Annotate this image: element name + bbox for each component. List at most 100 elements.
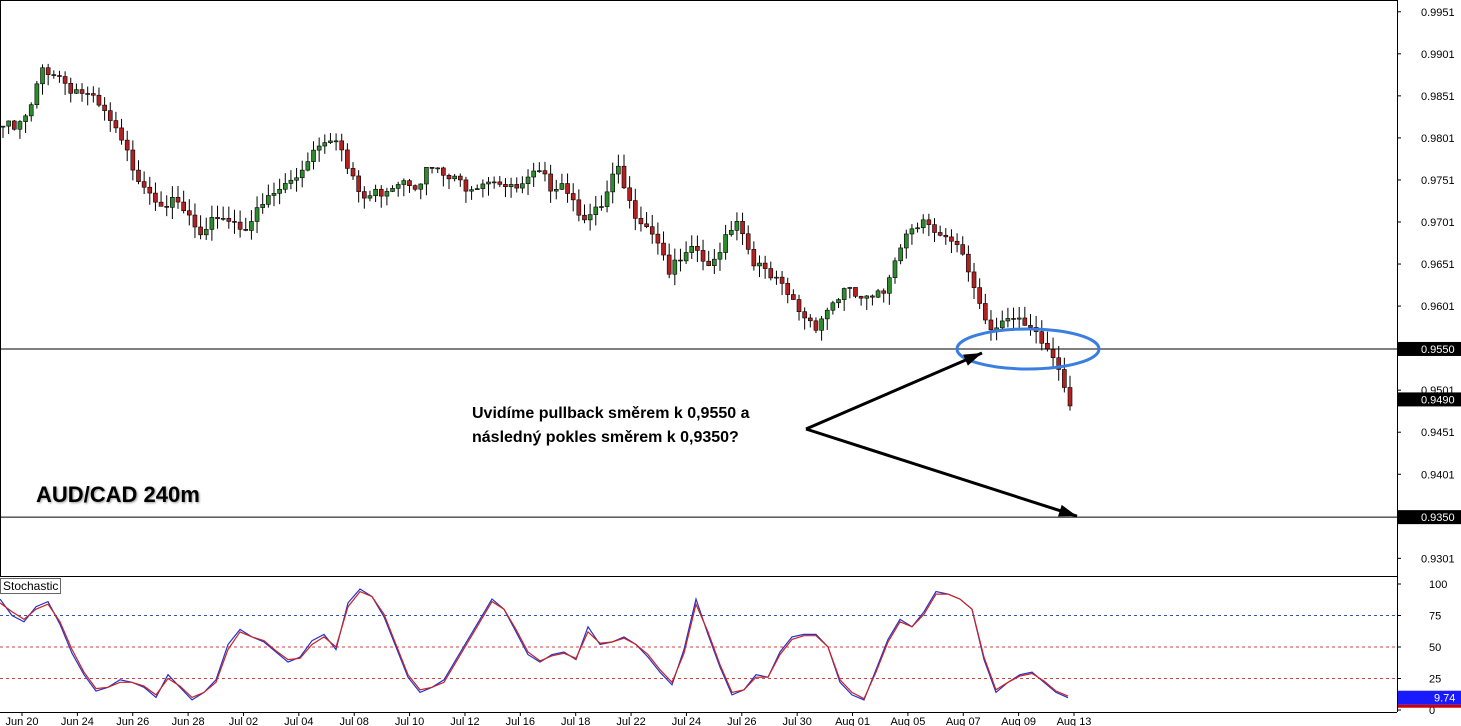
bearish-candle bbox=[1022, 317, 1028, 326]
bullish-candle bbox=[220, 218, 226, 220]
price-tick-label: 0.9301 bbox=[1421, 553, 1455, 565]
bearish-candle bbox=[802, 311, 807, 319]
bearish-candle bbox=[91, 93, 96, 96]
bullish-candle bbox=[401, 180, 407, 185]
bearish-candle bbox=[655, 233, 661, 244]
bearish-candle bbox=[870, 295, 875, 298]
bearish-candle bbox=[1039, 331, 1045, 344]
bullish-candle bbox=[599, 206, 604, 208]
bullish-candle bbox=[537, 170, 542, 172]
bullish-candle bbox=[305, 161, 311, 171]
bearish-candle bbox=[649, 226, 655, 235]
bearish-candle bbox=[926, 219, 932, 225]
date-tick-label: Jul 10 bbox=[395, 716, 424, 726]
bearish-candle bbox=[192, 214, 198, 228]
date-tick-label: Jul 24 bbox=[672, 716, 701, 726]
bearish-candle bbox=[503, 184, 508, 188]
bullish-candle bbox=[864, 295, 870, 299]
bullish-candle bbox=[841, 288, 847, 300]
bullish-candle bbox=[34, 83, 40, 106]
bullish-candle bbox=[474, 188, 480, 190]
bullish-candle bbox=[520, 183, 525, 189]
bullish-candle bbox=[316, 145, 322, 151]
date-tick-label: Jul 22 bbox=[616, 716, 645, 726]
price-tag-label: 0.9350 bbox=[1421, 512, 1455, 524]
bullish-candle bbox=[728, 230, 734, 235]
bearish-candle bbox=[632, 200, 638, 219]
bullish-candle bbox=[915, 227, 920, 230]
bearish-candle bbox=[378, 188, 384, 197]
bullish-candle bbox=[395, 184, 401, 189]
bearish-candle bbox=[1045, 342, 1050, 350]
bearish-candle bbox=[932, 224, 937, 233]
stochastic-panel: 10075502509.74 bbox=[0, 579, 1461, 717]
price-plot-frame bbox=[0, 0, 1398, 577]
bearish-candle bbox=[62, 76, 68, 84]
date-tick-label: Jul 08 bbox=[340, 716, 369, 726]
bullish-candle bbox=[28, 104, 34, 117]
bullish-candle bbox=[559, 183, 565, 190]
bearish-candle bbox=[187, 210, 192, 216]
bullish-candle bbox=[266, 195, 271, 205]
annotation-line-1: Uvidíme pullback směrem k 0,9550 a bbox=[472, 405, 750, 422]
bearish-candle bbox=[164, 205, 170, 208]
bullish-candle bbox=[875, 290, 881, 298]
bullish-candle bbox=[774, 276, 779, 279]
bearish-candle bbox=[136, 169, 141, 182]
price-tick-label: 0.9401 bbox=[1421, 469, 1455, 481]
bearish-candle bbox=[745, 233, 751, 250]
bullish-candle bbox=[0, 125, 6, 128]
bearish-candle bbox=[768, 268, 774, 279]
bearish-candle bbox=[1028, 325, 1033, 328]
bullish-candle bbox=[333, 140, 339, 143]
bullish-candle bbox=[892, 260, 898, 278]
bearish-candle bbox=[966, 253, 971, 273]
bearish-candle bbox=[661, 242, 666, 256]
bearish-candle bbox=[232, 221, 237, 223]
chart-canvas: 0.9951 0.9901 0.9851 0.9801 0.9751 0.9701 0.96… bbox=[0, 0, 1461, 726]
bearish-candle bbox=[853, 287, 858, 297]
bearish-candle bbox=[407, 180, 412, 186]
bearish-candle bbox=[988, 319, 994, 331]
bearish-candle bbox=[441, 167, 446, 176]
date-tick-label: Jun 26 bbox=[116, 716, 149, 726]
bearish-candle bbox=[858, 295, 864, 299]
bearish-candle bbox=[1062, 369, 1067, 388]
stoch-k-line bbox=[0, 588, 1069, 701]
bearish-candle bbox=[644, 223, 649, 227]
bearish-candle bbox=[119, 127, 124, 141]
bullish-candle bbox=[717, 252, 723, 260]
bearish-candle bbox=[565, 183, 570, 194]
stoch-tick-label: 25 bbox=[1429, 674, 1441, 686]
bearish-candle bbox=[113, 120, 119, 129]
bullish-candle bbox=[887, 277, 892, 294]
bullish-candle bbox=[734, 221, 740, 231]
bullish-candle bbox=[491, 181, 497, 184]
annotation-text: Uvidíme pullback směrem k 0,9550 a násle… bbox=[472, 402, 802, 450]
stoch-tick-label: 100 bbox=[1429, 579, 1447, 591]
date-tick-label: Jun 28 bbox=[172, 716, 205, 726]
bullish-candle bbox=[757, 262, 762, 267]
bearish-candle bbox=[582, 214, 587, 221]
bearish-candle bbox=[345, 149, 350, 169]
bearish-candle bbox=[68, 83, 74, 94]
price-tick-label: 0.9901 bbox=[1421, 49, 1455, 61]
bearish-candle bbox=[542, 170, 548, 175]
bullish-candle bbox=[277, 188, 282, 194]
bearish-candle bbox=[79, 89, 85, 94]
bullish-candle bbox=[384, 191, 390, 197]
bearish-candle bbox=[548, 173, 553, 192]
bullish-candle bbox=[593, 206, 599, 215]
bullish-candle bbox=[209, 217, 215, 230]
bullish-candle bbox=[390, 188, 395, 192]
bullish-candle bbox=[6, 120, 11, 127]
date-tick-label: Jul 18 bbox=[561, 716, 590, 726]
bullish-candle bbox=[824, 309, 830, 320]
bullish-candle bbox=[689, 246, 695, 253]
bearish-candle bbox=[796, 299, 802, 312]
bullish-candle bbox=[909, 228, 915, 235]
bullish-candle bbox=[367, 195, 373, 199]
bearish-candle bbox=[356, 175, 361, 192]
bullish-candle bbox=[508, 184, 514, 188]
bullish-candle bbox=[282, 183, 288, 190]
